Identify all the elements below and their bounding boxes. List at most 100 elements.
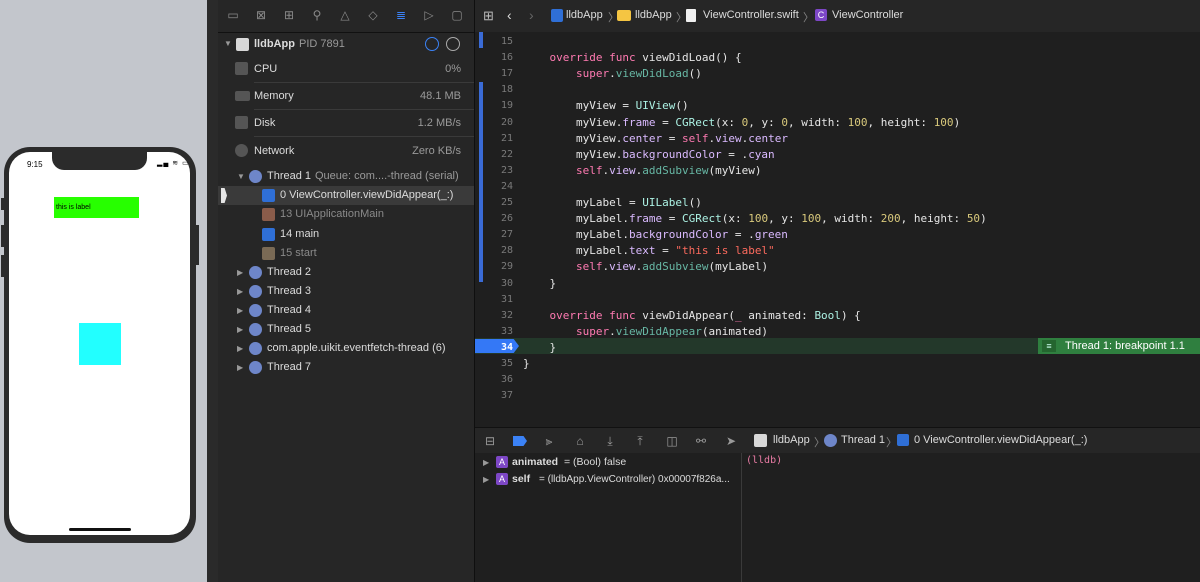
disclosure-right-icon[interactable]: ▶ <box>237 301 243 320</box>
gauge-cpu[interactable]: CPU 0% <box>218 56 474 83</box>
disclosure-right-icon[interactable]: ▶ <box>483 471 489 488</box>
code-line[interactable]: 33 super.viewDidAppear(animated) <box>475 324 1200 340</box>
back-icon[interactable]: ‹ <box>507 7 512 23</box>
thread-row[interactable]: ▶ Thread 5 <box>218 320 474 339</box>
line-number[interactable]: 15 <box>475 34 513 50</box>
code-line[interactable]: 36 <box>475 372 1200 388</box>
frame-row[interactable]: 13 UIApplicationMain <box>218 205 474 224</box>
line-number[interactable]: 16 <box>475 50 513 66</box>
code-line[interactable]: 16 override func viewDidLoad() { <box>475 50 1200 66</box>
jumpbar-symbol[interactable]: ViewController <box>832 9 903 21</box>
code-line[interactable]: 15 <box>475 34 1200 50</box>
continue-icon[interactable]: ⫸ <box>542 434 556 448</box>
location-icon[interactable]: ➤ <box>724 434 738 448</box>
line-number[interactable]: 28 <box>475 243 513 259</box>
code-line[interactable]: 28 myLabel.text = "this is label" <box>475 243 1200 259</box>
code-line[interactable]: 27 myLabel.backgroundColor = .green <box>475 227 1200 243</box>
line-number[interactable]: 18 <box>475 82 513 98</box>
line-number[interactable]: 19 <box>475 98 513 114</box>
frame-row-selected[interactable]: 0 ViewController.viewDidAppear(_:) <box>218 186 474 205</box>
disclosure-right-icon[interactable]: ▶ <box>237 339 243 358</box>
gauge-disk[interactable]: Disk 1.2 MB/s <box>218 110 474 137</box>
memory-graph-icon[interactable]: ⚯ <box>694 434 708 448</box>
code-line[interactable]: 20 myView.frame = CGRect(x: 0, y: 0, wid… <box>475 115 1200 131</box>
folder-icon[interactable]: ▭ <box>226 8 240 22</box>
line-number[interactable]: 22 <box>475 147 513 163</box>
line-number[interactable]: 33 <box>475 324 513 340</box>
code-line[interactable]: 21 myView.center = self.view.center <box>475 131 1200 147</box>
test-icon[interactable]: ◇ <box>366 8 380 22</box>
line-number[interactable]: 34 <box>475 340 513 356</box>
thread-row[interactable]: ▶ Thread 4 <box>218 301 474 320</box>
step-over-icon[interactable]: ⌂ <box>573 434 587 448</box>
code-line[interactable]: 30 } <box>475 276 1200 292</box>
breakpoints-toggle-icon[interactable] <box>513 436 527 446</box>
disclosure-right-icon[interactable]: ▶ <box>237 282 243 301</box>
code-line[interactable]: 23 self.view.addSubview(myView) <box>475 163 1200 179</box>
line-number[interactable]: 21 <box>475 131 513 147</box>
debugbar-thread[interactable]: Thread 1 <box>841 434 885 446</box>
jumpbar-project[interactable]: lldbApp <box>566 9 603 21</box>
line-number[interactable]: 35 <box>475 356 513 372</box>
thread-row[interactable]: ▶ Thread 7 <box>218 358 474 377</box>
step-into-icon[interactable]: ⤓ <box>603 434 617 448</box>
report-icon[interactable]: ▢ <box>450 8 464 22</box>
code-line[interactable]: 35} <box>475 356 1200 372</box>
forward-icon[interactable]: › <box>529 7 534 23</box>
warning-icon[interactable]: △ <box>338 8 352 22</box>
line-number[interactable]: 31 <box>475 292 513 308</box>
line-number[interactable]: 25 <box>475 195 513 211</box>
disclosure-right-icon[interactable]: ▶ <box>237 358 243 377</box>
code-line[interactable]: 22 myView.backgroundColor = .cyan <box>475 147 1200 163</box>
code-line[interactable]: 31 <box>475 292 1200 308</box>
line-number[interactable]: 36 <box>475 372 513 388</box>
process-row[interactable]: ▼ lldbApp PID 7891 <box>218 34 474 54</box>
search-icon[interactable]: ⚲ <box>310 8 324 22</box>
line-number[interactable]: 17 <box>475 66 513 82</box>
line-number[interactable]: 37 <box>475 388 513 404</box>
code-line[interactable]: 37 <box>475 388 1200 404</box>
code-line[interactable]: 19 myView = UIView() <box>475 98 1200 114</box>
code-line[interactable]: 26 myLabel.frame = CGRect(x: 100, y: 100… <box>475 211 1200 227</box>
line-number[interactable]: 32 <box>475 308 513 324</box>
hide-debug-area-icon[interactable]: ⊟ <box>483 434 497 448</box>
frame-row[interactable]: 14 main <box>218 225 474 244</box>
line-number[interactable]: 26 <box>475 211 513 227</box>
disclosure-right-icon[interactable]: ▶ <box>237 320 243 339</box>
variable-row[interactable]: ▶ A self = (lldbApp.ViewController) 0x00… <box>475 471 741 488</box>
line-number[interactable]: 24 <box>475 179 513 195</box>
home-indicator[interactable] <box>69 528 131 531</box>
thread-row[interactable]: ▼ Thread 1 Queue: com....-thread (serial… <box>218 167 474 186</box>
code-line[interactable]: 32 override func viewDidAppear(_ animate… <box>475 308 1200 324</box>
code-line[interactable]: 25 myLabel = UILabel() <box>475 195 1200 211</box>
code-line[interactable]: 17 super.viewDidLoad() <box>475 66 1200 82</box>
line-number[interactable]: 29 <box>475 259 513 275</box>
console[interactable]: (lldb) <box>742 453 1200 582</box>
grid-icon[interactable]: ⊞ <box>483 8 494 24</box>
source-control-icon[interactable]: ⊠ <box>254 8 268 22</box>
code-line[interactable]: 18 <box>475 82 1200 98</box>
debugbar-process[interactable]: lldbApp <box>773 434 810 446</box>
symbol-icon[interactable]: ⊞ <box>282 8 296 22</box>
debugbar-frame[interactable]: 0 ViewController.viewDidAppear(_:) <box>914 434 1087 446</box>
breakpoint-nav-icon[interactable]: ▷ <box>422 8 436 22</box>
line-number[interactable]: 30 <box>475 276 513 292</box>
code-line[interactable]: 29 self.view.addSubview(myLabel) <box>475 259 1200 275</box>
variable-row[interactable]: ▶ A animated = (Bool) false <box>475 454 741 471</box>
thread-row[interactable]: ▶ Thread 2 <box>218 263 474 282</box>
disclosure-down-icon[interactable]: ▼ <box>224 34 232 54</box>
thread-row[interactable]: ▶ com.apple.uikit.eventfetch-thread (6) <box>218 339 474 358</box>
code-line[interactable]: 24 <box>475 179 1200 195</box>
jumpbar-file[interactable]: ViewController.swift <box>703 9 799 21</box>
frame-row[interactable]: 15 start <box>218 244 474 263</box>
thread-row[interactable]: ▶ Thread 3 <box>218 282 474 301</box>
disclosure-right-icon[interactable]: ▶ <box>237 263 243 282</box>
step-out-icon[interactable]: ⤒ <box>633 434 647 448</box>
hide-icon[interactable] <box>446 37 460 51</box>
line-number[interactable]: 20 <box>475 115 513 131</box>
gauge-network[interactable]: Network Zero KB/s <box>218 138 474 165</box>
code-line[interactable]: 34 } <box>475 340 1200 356</box>
view-debugger-icon[interactable]: ◫ <box>665 434 679 448</box>
disclosure-down-icon[interactable]: ▼ <box>237 167 245 186</box>
gauge-memory[interactable]: Memory 48.1 MB <box>218 83 474 110</box>
